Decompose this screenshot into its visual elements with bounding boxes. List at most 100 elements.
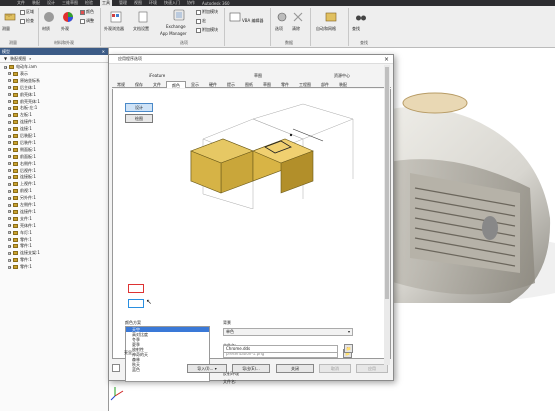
menu-a360[interactable]: Autodesk 360 [202, 1, 230, 6]
tab-11[interactable]: 部件 [316, 81, 334, 88]
tab-sketch-top[interactable]: 草图 [254, 73, 262, 79]
tree-item[interactable]: + 前视:1 [8, 188, 32, 194]
tree-item[interactable]: + 右侧件:1 [8, 161, 36, 167]
region-button[interactable]: 区域 [20, 9, 34, 15]
tab-content-center[interactable]: 资源中心 [334, 73, 350, 79]
tree-item[interactable]: + 侧面板:1 [8, 147, 36, 153]
tab-10[interactable]: 工程图 [294, 81, 316, 88]
expand-icon[interactable]: + [8, 155, 12, 159]
expand-icon[interactable]: + [8, 210, 12, 214]
tree-item[interactable]: + 连接支架:1 [8, 250, 40, 256]
expand-icon[interactable]: + [8, 162, 12, 166]
help-icon[interactable] [112, 364, 120, 372]
expand-icon[interactable]: + [4, 65, 8, 69]
options-button[interactable]: 选项 [275, 26, 283, 32]
tree-item[interactable]: + 原始坐标系 [8, 78, 40, 84]
macros-button[interactable]: 宏 [196, 18, 206, 24]
tree-item[interactable]: + 前面板:1 [8, 154, 36, 160]
tree-item[interactable]: + 连接板:1 [8, 174, 36, 180]
expand-icon[interactable]: + [8, 231, 12, 235]
tree-item[interactable]: + 车灯:1 [8, 230, 32, 236]
expand-icon[interactable]: + [8, 100, 12, 103]
tab-6[interactable]: 提示 [222, 81, 240, 88]
expand-icon[interactable]: + [8, 203, 12, 207]
search-icon[interactable]: ⌕ [29, 56, 31, 61]
expand-icon[interactable]: + [8, 134, 12, 138]
appearance-browser-button[interactable]: 外观浏览器 [104, 26, 124, 32]
tab-0[interactable]: 常规 [112, 81, 130, 88]
exchange-label[interactable]: Exchange [166, 24, 186, 29]
tab-5[interactable]: 硬件 [204, 81, 222, 88]
tree-item[interactable]: + 上视件:1 [8, 181, 36, 187]
tree-item[interactable]: + 连接:1 [8, 126, 32, 132]
clear-button[interactable]: 清除 [292, 26, 300, 32]
vba-editor-button[interactable]: VBA 编辑器 [242, 18, 264, 24]
expand-icon[interactable]: + [8, 217, 12, 221]
tree-item[interactable]: + 零件:1 [8, 257, 32, 263]
browse-folder-button-2[interactable]: 📁 [344, 344, 353, 353]
tab-12[interactable]: 装配 [334, 81, 352, 88]
background-dropdown[interactable]: 单色 ▾ [223, 328, 353, 336]
reflection-file-input[interactable]: Chrome.dds [223, 345, 338, 353]
expand-icon[interactable]: + [8, 265, 12, 269]
tab-8[interactable]: 草图 [258, 81, 276, 88]
doc-settings-button[interactable]: 文档设置 [133, 26, 149, 32]
tree-item[interactable]: + 前壳壳体:1 [8, 99, 40, 105]
measure-button[interactable]: 测量 [2, 26, 10, 32]
tree-item[interactable]: + 后装配:1 [8, 133, 36, 139]
addins-button[interactable]: 附加模块 [196, 9, 218, 15]
expand-icon[interactable]: + [8, 224, 12, 228]
expand-icon[interactable]: + [8, 182, 12, 186]
autoweb-button[interactable]: 自动和网格 [316, 26, 336, 32]
draw-button[interactable]: 绘图 [125, 114, 153, 123]
tab-ifeature[interactable]: iFeature [149, 73, 165, 78]
tab-9[interactable]: 零件 [276, 81, 294, 88]
expand-icon[interactable]: + [8, 244, 12, 248]
apply-button[interactable]: 应用 [356, 364, 388, 373]
tab-7[interactable]: 图纸 [240, 81, 258, 88]
expand-icon[interactable]: + [8, 79, 12, 83]
tree-item[interactable]: + 连接件:1 [8, 209, 36, 215]
tree-item[interactable]: + 零件:1 [8, 243, 32, 249]
tree-item[interactable]: + 支件:1 [8, 216, 32, 222]
tab-4[interactable]: 显示 [186, 81, 204, 88]
close-button[interactable]: 关闭 [276, 364, 314, 373]
adjust-button[interactable]: 调整 [80, 18, 94, 24]
design-button[interactable]: 设计 [125, 103, 153, 112]
expand-icon[interactable]: + [8, 258, 12, 262]
expand-icon[interactable]: + [8, 238, 12, 241]
highlight-swatch-blue[interactable] [128, 299, 144, 308]
export-button[interactable]: 导出(E)... [232, 364, 270, 373]
expand-icon[interactable]: + [8, 72, 12, 76]
close-icon[interactable]: ✕ [102, 49, 105, 54]
tab-1[interactable]: 保存 [130, 81, 148, 88]
filter-icon[interactable]: ▼ [4, 56, 7, 61]
expand-icon[interactable]: + [8, 141, 12, 145]
check-button[interactable]: 检查 [20, 18, 34, 24]
expand-icon[interactable]: + [8, 113, 12, 117]
material-button[interactable]: 材质 [42, 26, 50, 32]
tree-item[interactable]: + 另外件:1 [8, 195, 36, 201]
tree-item[interactable]: + 连接件:1 [8, 119, 36, 125]
tree-item[interactable]: + 零件:1 [8, 237, 32, 243]
expand-icon[interactable]: + [8, 189, 12, 193]
tree-item[interactable]: + 表示 [8, 71, 28, 77]
cancel-button[interactable]: 取消 [319, 364, 351, 373]
dialog-scrollbar[interactable] [384, 65, 390, 365]
browser-filter[interactable]: 装配视图 [10, 56, 26, 62]
app-manager-button[interactable]: App Manager [160, 31, 187, 36]
scrollbar-thumb[interactable] [385, 67, 389, 299]
expand-icon[interactable]: + [8, 106, 12, 110]
addins-2-button[interactable]: 附加模块 [196, 27, 218, 33]
close-icon[interactable]: × [384, 56, 389, 63]
tree-item[interactable]: + 后主体:1 [8, 85, 36, 91]
expand-icon[interactable]: + [8, 251, 12, 255]
expand-icon[interactable]: + [8, 93, 12, 97]
tree-item[interactable]: + 零件:1 [8, 264, 32, 270]
tab-2[interactable]: 文件 [148, 81, 166, 88]
expand-icon[interactable]: + [8, 175, 12, 179]
import-button[interactable]: 导入(I)... ▾ [187, 364, 227, 373]
color-button[interactable]: 颜色 [80, 9, 94, 15]
color-scheme-list[interactable]: 天空 高对比度 冬季 夏季 放射性 神奇的天 森林 秋天 蓝色 [125, 326, 210, 382]
tree-item[interactable]: + 左侧件:1 [8, 202, 36, 208]
